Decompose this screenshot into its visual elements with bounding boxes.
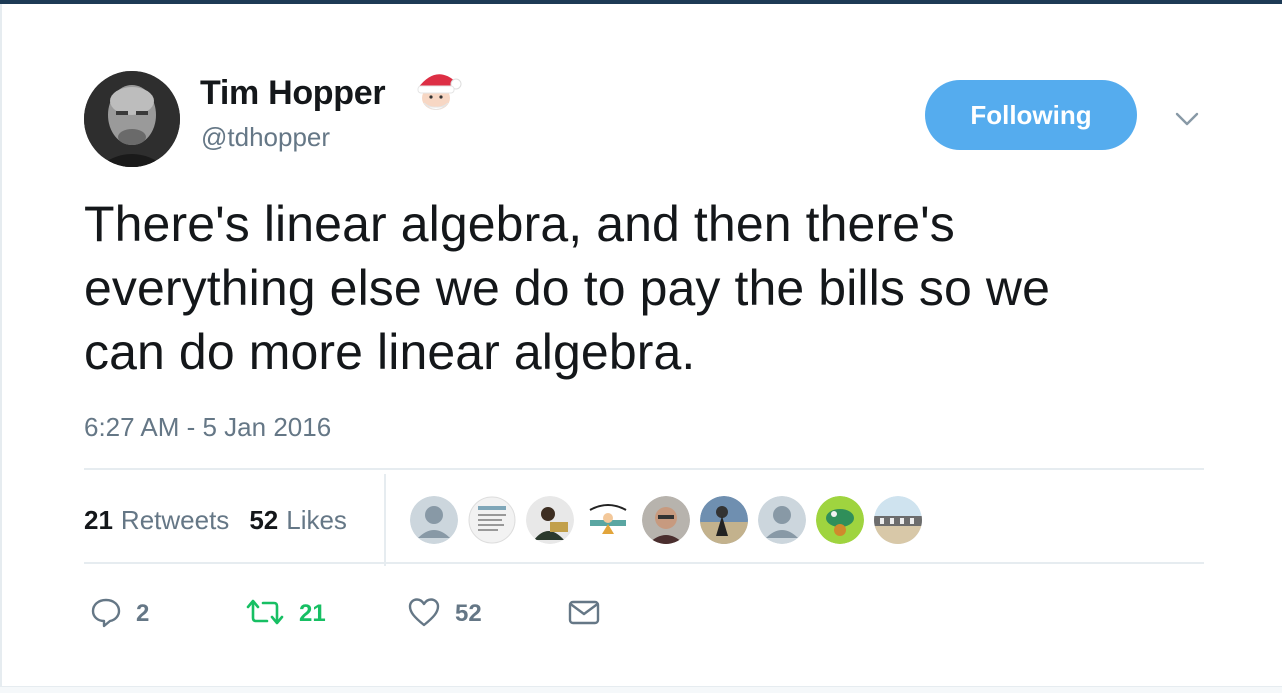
tweet-actions: 2 21 52 [90, 594, 601, 634]
retweet-count: 21 [299, 600, 326, 627]
liker-avatar[interactable] [758, 496, 806, 544]
reply-icon [90, 596, 122, 633]
liker-avatar[interactable] [874, 496, 922, 544]
author-name[interactable]: Tim Hopper [200, 74, 386, 113]
default-avatar-icon [410, 496, 458, 544]
author-avatar[interactable] [84, 71, 180, 167]
following-button[interactable]: Following [925, 80, 1137, 150]
retweet-icon [245, 596, 285, 633]
tweet-card: Tim Hopper @tdhopper Following There's l… [0, 4, 1282, 692]
photo-avatar-icon [642, 496, 690, 544]
retweets-count: 21 [84, 504, 113, 535]
retweets-label: Retweets [120, 504, 230, 535]
heart-icon [407, 596, 441, 633]
likes-stat[interactable]: 52 Likes [249, 505, 347, 536]
envelope-icon [567, 596, 601, 633]
liker-avatars [410, 496, 932, 544]
photo-avatar-icon [700, 496, 748, 544]
stats-top-divider [84, 468, 1204, 470]
retweets-stat[interactable]: 21 Retweets [84, 505, 229, 536]
reply-count: 2 [136, 600, 150, 627]
liker-avatar[interactable] [526, 496, 574, 544]
liker-avatar[interactable] [642, 496, 690, 544]
direct-message-button[interactable] [567, 596, 601, 633]
liker-avatar[interactable] [700, 496, 748, 544]
reply-button[interactable]: 2 [90, 596, 245, 633]
liker-avatar[interactable] [816, 496, 864, 544]
like-count: 52 [455, 600, 482, 627]
author-handle[interactable]: @tdhopper [201, 122, 330, 153]
like-button[interactable]: 52 [407, 596, 567, 633]
tweet-timestamp[interactable]: 6:27 AM - 5 Jan 2016 [84, 412, 331, 443]
profile-photo-icon [84, 71, 180, 167]
liker-avatar[interactable] [410, 496, 458, 544]
liker-avatar[interactable] [468, 496, 516, 544]
chevron-down-icon[interactable] [1172, 104, 1202, 134]
stats-separator [384, 474, 386, 566]
cartoon-avatar-icon [584, 496, 632, 544]
photo-avatar-icon [874, 496, 922, 544]
retweet-button[interactable]: 21 [245, 596, 407, 633]
photo-avatar-icon [526, 496, 574, 544]
likes-label: Likes [286, 504, 347, 535]
tweet-stats: 21 Retweets 52 Likes [84, 500, 367, 540]
photo-avatar-icon [816, 496, 864, 544]
stats-bottom-divider [84, 562, 1204, 564]
santa-emoji-icon [412, 68, 462, 114]
tweet-text: There's linear algebra, and then there's… [84, 196, 1051, 380]
default-avatar-icon [758, 496, 806, 544]
liker-avatar[interactable] [584, 496, 632, 544]
document-avatar-icon [468, 496, 516, 544]
likes-count: 52 [249, 504, 279, 535]
